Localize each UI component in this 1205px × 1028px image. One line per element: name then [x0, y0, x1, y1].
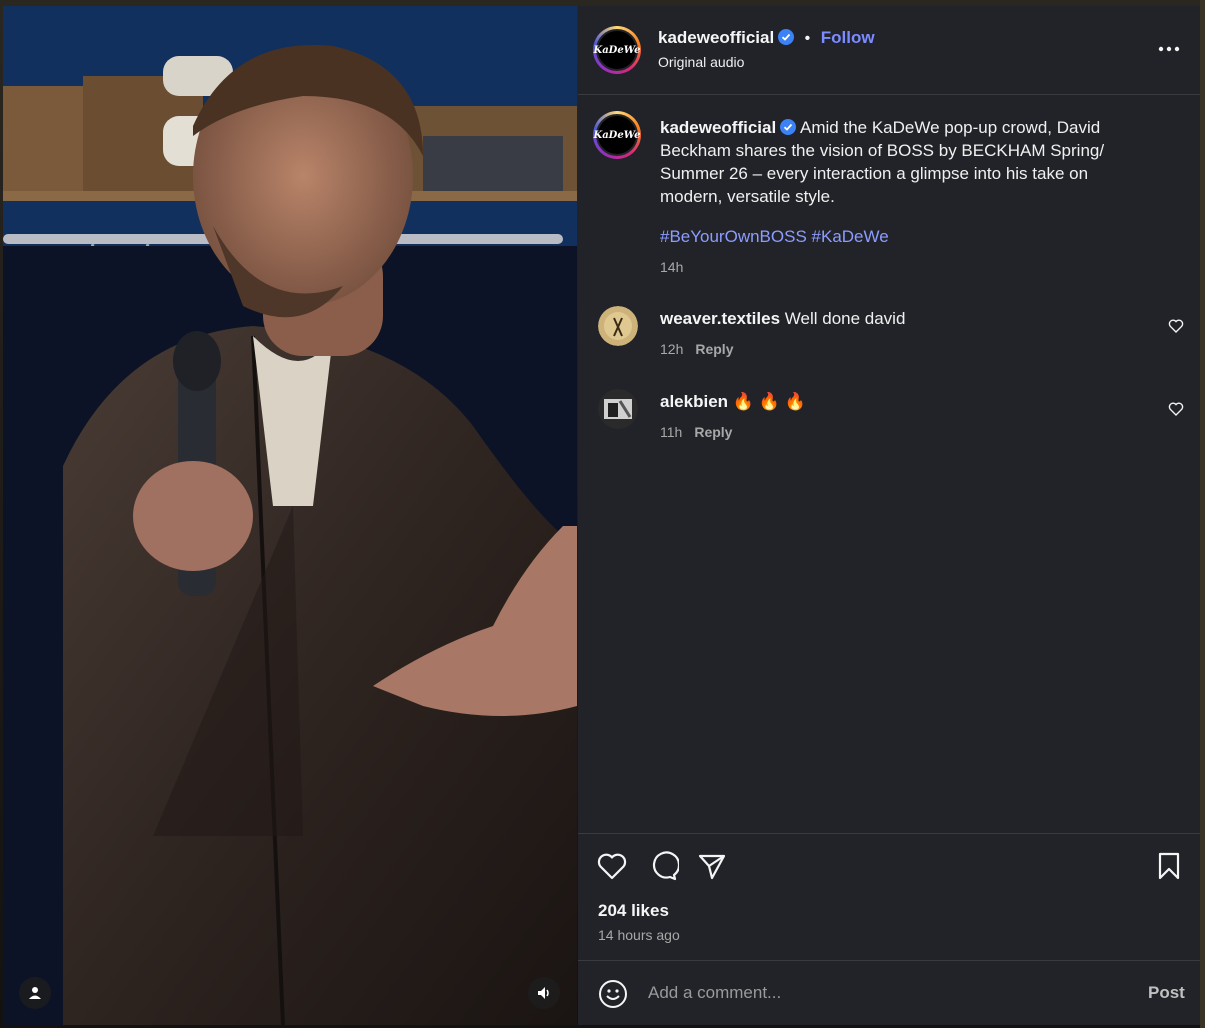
author-username[interactable]: kadeweofficial — [658, 28, 774, 47]
heart-icon[interactable] — [596, 850, 628, 882]
share-icon[interactable] — [696, 850, 728, 882]
comment-username[interactable]: alekbien — [660, 392, 728, 411]
comment-time: 12h — [660, 341, 684, 357]
likes-count[interactable]: 204 likes — [598, 901, 669, 921]
user-icon — [29, 987, 41, 999]
more-options-icon[interactable] — [1156, 36, 1182, 62]
caption-author-avatar[interactable]: KaDeWe — [593, 111, 641, 159]
avatar-logo-text: KaDeWe — [594, 114, 641, 156]
hashtags: #BeYourOwnBOSS #KaDeWe — [660, 227, 889, 247]
author-avatar[interactable]: KaDeWe — [593, 26, 641, 74]
audio-toggle-button[interactable] — [528, 977, 560, 1009]
caption-username[interactable]: kadeweofficial — [660, 118, 776, 137]
comment-text: Well done david — [784, 309, 906, 328]
follow-button[interactable]: Follow — [821, 28, 875, 47]
heart-icon[interactable] — [1168, 318, 1184, 334]
emoji-icon[interactable] — [598, 979, 628, 1009]
audio-label[interactable]: Original audio — [658, 54, 744, 70]
reply-button[interactable]: Reply — [695, 341, 733, 357]
caption-timestamp[interactable]: 14h — [660, 259, 683, 275]
heart-icon[interactable] — [1168, 401, 1184, 417]
post-details-panel: KaDeWe kadeweofficial • Follow Original … — [578, 6, 1200, 1025]
speaker-icon — [538, 987, 549, 999]
comment-input[interactable]: Add a comment... — [648, 983, 781, 1003]
tagged-users-button[interactable] — [19, 977, 51, 1009]
reel-video[interactable] — [3, 6, 577, 1025]
post-button[interactable]: Post — [1148, 983, 1185, 1003]
comment-composer: Add a comment... Post — [578, 960, 1200, 1026]
comment-text: 🔥 🔥 🔥 — [732, 392, 806, 411]
reply-button[interactable]: Reply — [694, 424, 732, 440]
comment-username[interactable]: weaver.textiles — [660, 309, 780, 328]
bookmark-icon[interactable] — [1153, 850, 1185, 882]
post-header: KaDeWe kadeweofficial • Follow Original … — [578, 6, 1200, 95]
post-time-ago: 14 hours ago — [598, 927, 680, 943]
post-caption: kadeweofficial Amid the KaDeWe pop-up cr… — [660, 116, 1130, 208]
comment-time: 11h — [660, 424, 683, 440]
comment-icon[interactable] — [647, 850, 679, 882]
hashtag-link[interactable]: #BeYourOwnBOSS — [660, 227, 807, 246]
alekbien-avatar[interactable] — [598, 389, 638, 429]
video-frame — [3, 6, 577, 1025]
verified-badge-icon — [780, 119, 797, 135]
weaver-avatar-icon — [598, 306, 638, 346]
separator-dot: • — [804, 30, 811, 47]
backdrop-edge — [1200, 0, 1205, 1028]
hashtag-link[interactable]: #KaDeWe — [812, 227, 889, 246]
avatar-logo-text: KaDeWe — [594, 29, 641, 71]
alekbien-avatar-icon — [598, 389, 638, 429]
post-actions: 204 likes 14 hours ago — [578, 833, 1200, 960]
weaver-avatar[interactable] — [598, 306, 638, 346]
verified-badge-icon — [778, 29, 795, 45]
